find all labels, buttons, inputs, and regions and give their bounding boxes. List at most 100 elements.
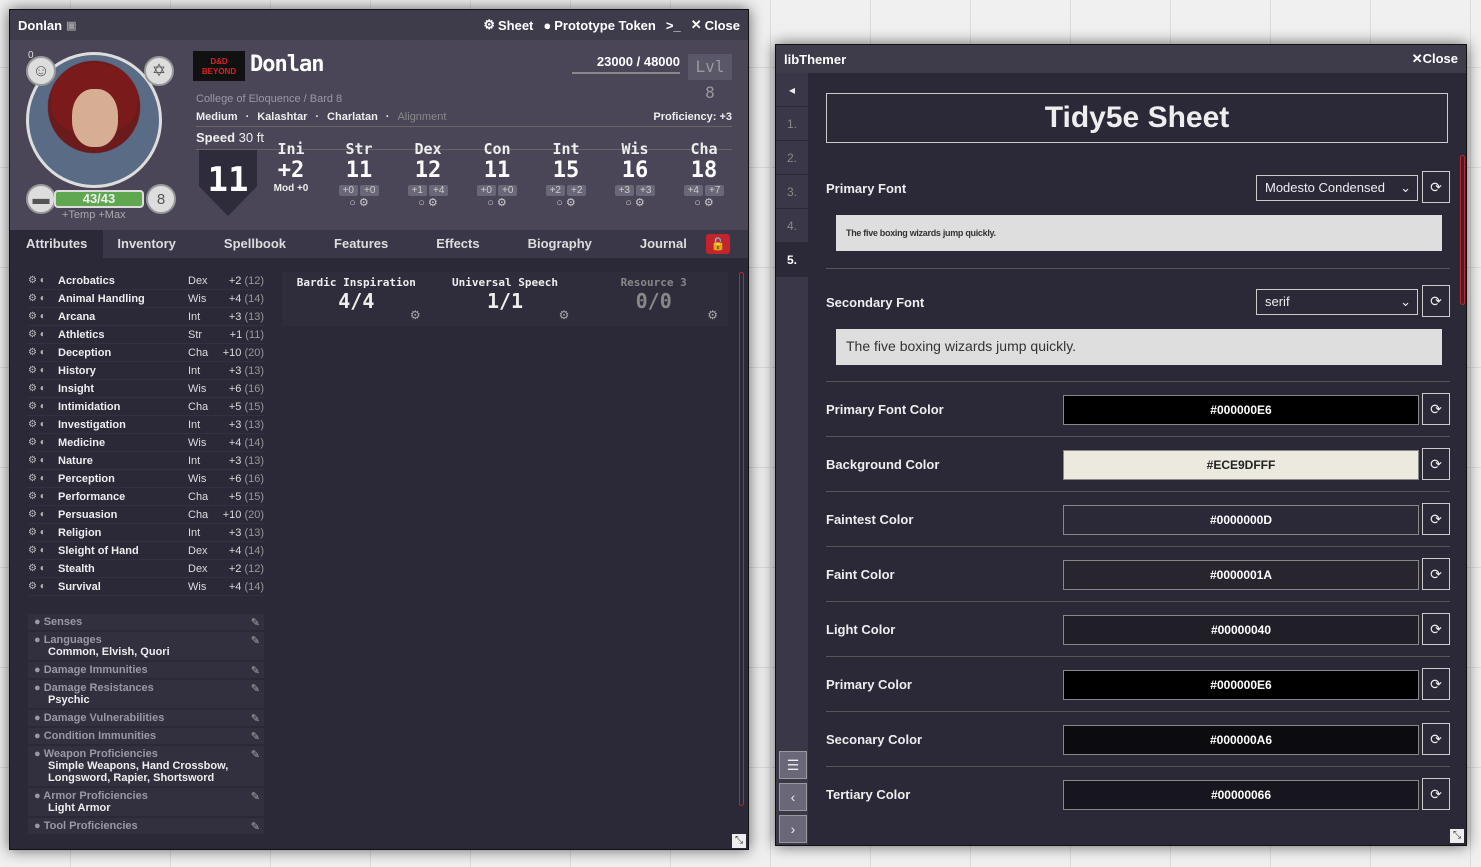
skill-ability[interactable]: Int <box>188 365 214 377</box>
themer-scrollbar[interactable] <box>1460 155 1465 305</box>
ability-save[interactable]: +2 <box>567 185 587 196</box>
skill-name[interactable]: Intimidation <box>58 401 188 413</box>
size-value[interactable]: Medium <box>196 111 238 123</box>
skill-ability[interactable]: Cha <box>188 401 214 413</box>
pencil-icon[interactable]: ✎ <box>251 748 260 761</box>
skill-row[interactable]: ⚙ ◐ Arcana Int +3 (13) <box>28 308 264 326</box>
pencil-icon[interactable]: ✎ <box>251 682 260 695</box>
death-saves-badge[interactable]: ✡ <box>144 56 174 86</box>
color-swatch-input[interactable]: #0000000D <box>1063 505 1419 535</box>
color-swatch-input[interactable]: #00000040 <box>1063 615 1419 645</box>
themer-window-header[interactable]: libThemer ✕Close <box>776 45 1466 73</box>
tab-biography[interactable]: Biography <box>514 230 626 258</box>
skill-config-icon[interactable]: ⚙ ◐ <box>28 365 58 376</box>
skill-row[interactable]: ⚙ ◐ Performance Cha +5 (15) <box>28 488 264 506</box>
ability-mod[interactable]: +1 <box>407 185 427 196</box>
chevron-right-icon[interactable]: › <box>779 815 807 843</box>
skill-config-icon[interactable]: ⚙ ◐ <box>28 329 58 340</box>
gear-icon[interactable]: ⚙ <box>707 308 718 322</box>
skill-ability[interactable]: Cha <box>188 347 214 359</box>
skill-name[interactable]: History <box>58 365 188 377</box>
skill-config-icon[interactable]: ⚙ ◐ <box>28 293 58 304</box>
skill-ability[interactable]: Dex <box>188 563 214 575</box>
skill-config-icon[interactable]: ⚙ ◐ <box>28 401 58 412</box>
ability-save[interactable]: +0 <box>498 185 518 196</box>
skill-ability[interactable]: Int <box>188 527 214 539</box>
skill-ability[interactable]: Dex <box>188 275 214 287</box>
ability-score[interactable]: 12 <box>397 158 459 183</box>
secondary-font-select[interactable]: serif ⌄ <box>1256 289 1418 315</box>
primary-font-select[interactable]: Modesto Condensed ⌄ <box>1256 175 1418 201</box>
skill-config-icon[interactable]: ⚙ ◐ <box>28 491 58 502</box>
gear-icon[interactable]: ⚙ <box>559 308 570 322</box>
ability-score[interactable]: 11 <box>466 158 528 183</box>
dndbeyond-logo[interactable]: D&D BEYOND <box>193 51 245 81</box>
sheet-window-header[interactable]: Donlan ▣ ⚙ Sheet ● Prototype Token >_ ✕ … <box>10 10 748 40</box>
skill-row[interactable]: ⚙ ◐ Survival Wis +4 (14) <box>28 578 264 596</box>
xp-display[interactable]: 23000 / 48000 <box>572 54 680 74</box>
skill-name[interactable]: Survival <box>58 581 188 593</box>
resource-value[interactable]: 1/1 <box>431 289 580 313</box>
ability-proficiency-icon[interactable]: ○ ⚙ <box>466 196 528 209</box>
skill-ability[interactable]: Cha <box>188 491 214 503</box>
collapse-nav-icon[interactable]: ◂ <box>776 73 808 107</box>
pencil-icon[interactable]: ✎ <box>251 730 260 743</box>
ability-mod[interactable]: +2 <box>545 185 565 196</box>
skill-row[interactable]: ⚙ ◐ Animal Handling Wis +4 (14) <box>28 290 264 308</box>
ability-score[interactable]: 16 <box>604 158 666 183</box>
tab-journal[interactable]: Journal <box>626 230 701 258</box>
skill-name[interactable]: Religion <box>58 527 188 539</box>
skill-config-icon[interactable]: ⚙ ◐ <box>28 347 58 358</box>
race-value[interactable]: Kalashtar <box>257 111 307 123</box>
ability-proficiency-icon[interactable]: ○ ⚙ <box>397 196 459 209</box>
skill-config-icon[interactable]: ⚙ ◐ <box>28 455 58 466</box>
skill-config-icon[interactable]: ⚙ ◐ <box>28 527 58 538</box>
ability-cha[interactable]: Cha 18 +4 +7 ○ ⚙ <box>673 140 735 209</box>
pencil-icon[interactable]: ✎ <box>251 712 260 725</box>
skill-row[interactable]: ⚙ ◐ Nature Int +3 (13) <box>28 452 264 470</box>
skill-name[interactable]: Arcana <box>58 311 188 323</box>
resize-handle-icon[interactable]: ⤡ <box>1450 829 1464 843</box>
resource-3[interactable]: Resource 3 0/0 ⚙ <box>579 272 728 326</box>
skill-row[interactable]: ⚙ ◐ History Int +3 (13) <box>28 362 264 380</box>
close-sheet-button[interactable]: ✕ Close <box>691 17 740 33</box>
skill-name[interactable]: Investigation <box>58 419 188 431</box>
pencil-icon[interactable]: ✎ <box>251 820 260 833</box>
skill-config-icon[interactable]: ⚙ ◐ <box>28 509 58 520</box>
skill-name[interactable]: Deception <box>58 347 188 359</box>
skill-config-icon[interactable]: ⚙ ◐ <box>28 473 58 484</box>
ability-score[interactable]: 18 <box>673 158 735 183</box>
ability-dex[interactable]: Dex 12 +1 +4 ○ ⚙ <box>397 140 459 209</box>
reset-color-button[interactable]: ⟳ <box>1422 668 1450 700</box>
color-swatch-input[interactable]: #000000E6 <box>1063 670 1419 700</box>
resource-value[interactable]: 4/4 <box>282 289 431 313</box>
skill-ability[interactable]: Wis <box>188 383 214 395</box>
skill-ability[interactable]: Wis <box>188 293 214 305</box>
close-themer-button[interactable]: ✕Close <box>1412 51 1458 67</box>
color-swatch-input[interactable]: #0000001A <box>1063 560 1419 590</box>
ability-str[interactable]: Str 11 +0 +0 ○ ⚙ <box>328 140 390 209</box>
ability-con[interactable]: Con 11 +0 +0 ○ ⚙ <box>466 140 528 209</box>
ability-save[interactable]: +4 <box>429 185 449 196</box>
sheet-scrollbar[interactable] <box>739 272 744 806</box>
resource-2[interactable]: Universal Speech 1/1 ⚙ <box>431 272 580 326</box>
skill-row[interactable]: ⚙ ◐ Medicine Wis +4 (14) <box>28 434 264 452</box>
alignment-value[interactable]: Alignment <box>397 111 446 123</box>
background-value[interactable]: Charlatan <box>327 111 378 123</box>
ability-proficiency-icon[interactable]: ○ ⚙ <box>328 196 390 209</box>
pencil-icon[interactable]: ✎ <box>251 634 260 647</box>
ability-save[interactable]: +3 <box>636 185 656 196</box>
hit-dice-badge[interactable]: 8 <box>146 184 176 214</box>
skill-ability[interactable]: Wis <box>188 581 214 593</box>
nav-item-3[interactable]: 3. <box>776 175 808 209</box>
color-swatch-input[interactable]: #00000066 <box>1063 780 1419 810</box>
skill-config-icon[interactable]: ⚙ ◐ <box>28 563 58 574</box>
ability-proficiency-icon[interactable]: ○ ⚙ <box>535 196 597 209</box>
skill-config-icon[interactable]: ⚙ ◐ <box>28 275 58 286</box>
resize-handle-icon[interactable]: ⤡ <box>732 834 746 848</box>
reset-color-button[interactable]: ⟳ <box>1422 448 1450 480</box>
skill-ability[interactable]: Cha <box>188 509 214 521</box>
skill-name[interactable]: Persuasion <box>58 509 188 521</box>
rest-badge[interactable]: ▬ <box>26 184 56 214</box>
ability-proficiency-icon[interactable]: ○ ⚙ <box>604 196 666 209</box>
